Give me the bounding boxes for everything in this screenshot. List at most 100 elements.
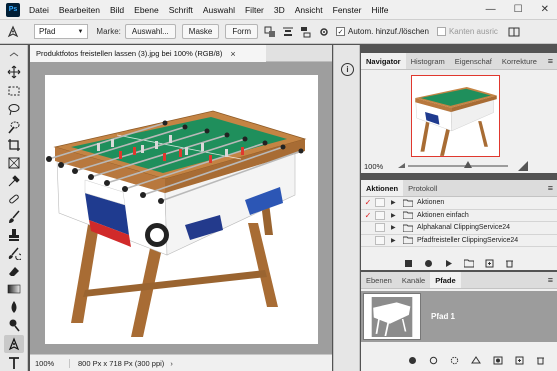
- quick-selection-icon[interactable]: [7, 120, 21, 134]
- menu-ebene[interactable]: Ebene: [134, 5, 159, 15]
- move-tool-icon[interactable]: [7, 65, 21, 79]
- close-button[interactable]: ✕: [541, 4, 549, 15]
- expand-triangle-icon[interactable]: ▶: [391, 199, 399, 206]
- lasso-icon[interactable]: [7, 102, 21, 116]
- add-mask-icon[interactable]: [493, 356, 503, 365]
- path-item-row[interactable]: Pfad 1: [361, 291, 557, 342]
- tab-pfade[interactable]: Pfade: [430, 272, 461, 288]
- brush-icon[interactable]: [7, 210, 21, 224]
- action-enabled-check[interactable]: ✓: [361, 211, 375, 220]
- tab-eigenschaften[interactable]: Eigenschaf: [450, 53, 497, 69]
- document-tab-title: Produktfotos freistellen lassen (3).jpg …: [36, 49, 223, 58]
- path-alignment-icon[interactable]: [282, 26, 294, 38]
- rectangle-marquee-icon[interactable]: [7, 84, 21, 98]
- auswahl-button[interactable]: Auswahl...: [124, 24, 176, 39]
- action-enabled-check[interactable]: ✓: [361, 198, 375, 207]
- record-icon[interactable]: [424, 259, 433, 268]
- canvas-area[interactable]: [30, 62, 332, 354]
- menu-hilfe[interactable]: Hilfe: [371, 5, 388, 15]
- frame-tool-icon[interactable]: [7, 156, 21, 170]
- path-arrangement-icon[interactable]: [300, 26, 312, 38]
- minimize-button[interactable]: —: [486, 4, 496, 15]
- menu-bearbeiten[interactable]: Bearbeiten: [59, 5, 100, 15]
- panels-icon[interactable]: [508, 26, 520, 38]
- tab-aktionen[interactable]: Aktionen: [361, 180, 404, 196]
- dodge-icon[interactable]: [7, 318, 21, 332]
- new-path-icon[interactable]: [515, 356, 524, 365]
- document-tab[interactable]: Produktfotos freistellen lassen (3).jpg …: [30, 45, 266, 62]
- panel-menu-icon[interactable]: ≡: [548, 183, 553, 193]
- document-image[interactable]: [45, 75, 318, 344]
- new-action-icon[interactable]: [485, 259, 494, 268]
- new-set-folder-icon[interactable]: [464, 259, 474, 268]
- tab-histogram[interactable]: Histogram: [406, 53, 450, 69]
- history-brush-icon[interactable]: [7, 246, 23, 261]
- blur-icon[interactable]: [7, 300, 21, 314]
- action-set-row[interactable]: ✓ ▶ Aktionen einfach: [361, 210, 557, 222]
- menu-ansicht[interactable]: Ansicht: [295, 5, 323, 15]
- clone-stamp-icon[interactable]: [7, 228, 21, 242]
- path-thumbnail: [363, 293, 421, 340]
- dialog-toggle-box[interactable]: [375, 223, 385, 233]
- panel-menu-icon[interactable]: ≡: [548, 56, 553, 66]
- menu-bild[interactable]: Bild: [110, 5, 124, 15]
- menu-schrift[interactable]: Schrift: [169, 5, 193, 15]
- action-set-row[interactable]: ▶ Alphakanal ClippingService24: [361, 222, 557, 235]
- close-tab-icon[interactable]: ×: [230, 49, 235, 59]
- trash-icon[interactable]: [536, 356, 545, 365]
- type-tool-icon[interactable]: [7, 356, 21, 370]
- chevron-down-icon: ▼: [77, 28, 84, 35]
- panel-menu-icon[interactable]: ≡: [548, 275, 553, 285]
- action-set-row[interactable]: ▶ Pfadfreisteller ClippingService24: [361, 235, 557, 247]
- maximize-button[interactable]: ☐: [514, 4, 523, 15]
- menu-auswahl[interactable]: Auswahl: [203, 5, 235, 15]
- eyedropper-icon[interactable]: [7, 174, 21, 188]
- fill-path-icon[interactable]: [408, 356, 417, 365]
- menu-fenster[interactable]: Fenster: [333, 5, 362, 15]
- make-work-path-icon[interactable]: [471, 355, 481, 365]
- path-operations-icon[interactable]: [264, 26, 276, 38]
- expand-triangle-icon[interactable]: ▶: [391, 237, 399, 244]
- menu-filter[interactable]: Filter: [245, 5, 264, 15]
- zoom-level[interactable]: 100%: [30, 358, 70, 368]
- tab-protokoll[interactable]: Protokoll: [403, 180, 442, 196]
- stop-icon[interactable]: [404, 259, 413, 268]
- tab-korrekturen[interactable]: Korrekture: [497, 53, 542, 69]
- play-icon[interactable]: [444, 259, 453, 268]
- action-set-row[interactable]: ✓ ▶ Aktionen: [361, 197, 557, 210]
- pen-tool-icon[interactable]: [6, 25, 20, 39]
- trash-icon[interactable]: [505, 259, 514, 268]
- spot-healing-brush-icon[interactable]: [7, 192, 21, 206]
- navigator-thumbnail[interactable]: [411, 75, 500, 157]
- eraser-icon[interactable]: [7, 264, 21, 278]
- load-as-selection-icon[interactable]: [450, 356, 459, 365]
- tab-navigator[interactable]: Navigator: [361, 53, 406, 69]
- gradient-icon[interactable]: [7, 282, 21, 296]
- menu-3d[interactable]: 3D: [274, 5, 285, 15]
- chevron-right-icon[interactable]: ›: [170, 359, 173, 368]
- expand-triangle-icon[interactable]: ▶: [391, 224, 399, 231]
- slider-knob[interactable]: [464, 161, 472, 168]
- stroke-path-icon[interactable]: [429, 356, 438, 365]
- dialog-toggle-box[interactable]: [375, 235, 385, 245]
- dialog-toggle-box[interactable]: [375, 210, 385, 220]
- zoom-in-icon[interactable]: [518, 161, 528, 171]
- zoom-out-icon[interactable]: [398, 163, 405, 168]
- auto-add-delete-checkbox[interactable]: ✓: [336, 27, 346, 36]
- tab-ebenen[interactable]: Ebenen: [361, 272, 397, 288]
- form-button[interactable]: Form: [225, 24, 259, 39]
- info-icon[interactable]: i: [341, 63, 354, 76]
- dialog-toggle-box[interactable]: [375, 198, 385, 208]
- gear-icon[interactable]: [318, 26, 330, 38]
- align-edges-checkbox[interactable]: [436, 27, 446, 36]
- mode-select[interactable]: Pfad ▼: [34, 24, 89, 39]
- maske-button[interactable]: Maske: [181, 24, 220, 39]
- crop-icon[interactable]: [7, 138, 21, 152]
- navigator-zoom-slider[interactable]: [398, 161, 528, 171]
- navigator-zoom-value[interactable]: 100%: [364, 162, 392, 171]
- collapse-toolbar-icon[interactable]: [7, 51, 21, 65]
- expand-triangle-icon[interactable]: ▶: [391, 212, 399, 219]
- tab-kanaele[interactable]: Kanäle: [397, 272, 430, 288]
- menu-datei[interactable]: Datei: [29, 5, 49, 15]
- pen-tool-icon[interactable]: [4, 335, 24, 353]
